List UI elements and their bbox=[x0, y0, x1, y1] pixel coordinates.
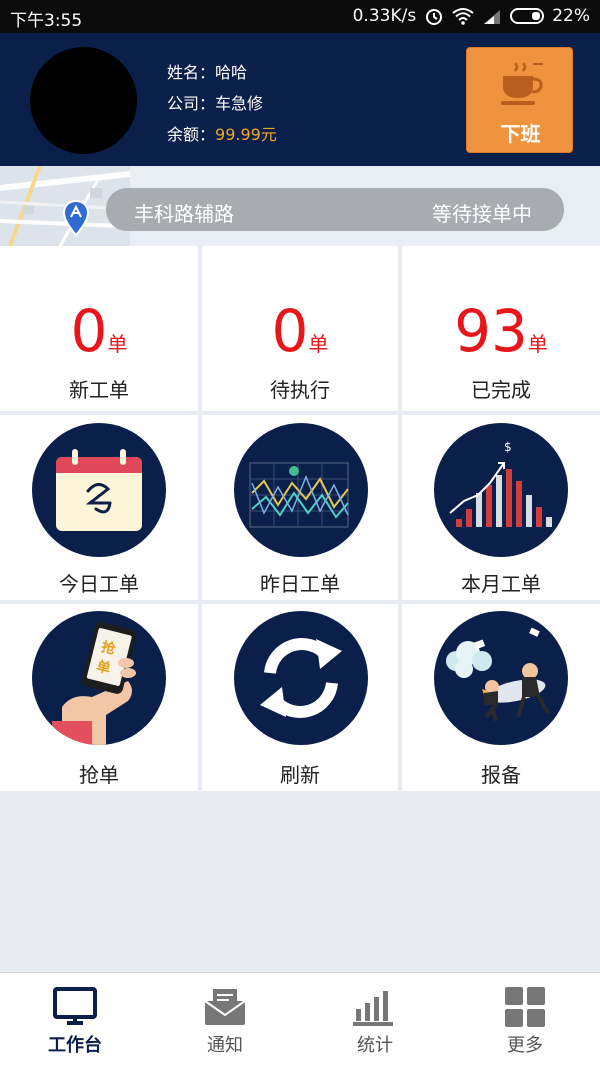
company-label: 公司： bbox=[167, 94, 216, 113]
tab-workbench[interactable]: 工作台 bbox=[0, 973, 150, 1067]
avatar[interactable] bbox=[30, 47, 137, 154]
stat-completed-orders[interactable]: 93单 已完成 bbox=[402, 246, 600, 411]
stat-value: 0 bbox=[70, 297, 108, 365]
map-strip[interactable]: 丰科路辅路 等待接单中 bbox=[0, 166, 600, 246]
stat-label: 新工单 bbox=[69, 378, 129, 402]
tab-notice[interactable]: 通知 bbox=[150, 973, 300, 1067]
battery-icon bbox=[510, 8, 545, 24]
line-chart-icon bbox=[234, 423, 368, 557]
action-label: 昨日工单 bbox=[260, 572, 340, 596]
stat-pending-orders[interactable]: 0单 待执行 bbox=[202, 246, 398, 411]
off-work-label: 下班 bbox=[500, 122, 541, 146]
report-button[interactable]: 报备 bbox=[402, 604, 600, 791]
location-pin-icon bbox=[62, 200, 90, 236]
tab-label: 通知 bbox=[207, 1035, 243, 1056]
stat-label: 已完成 bbox=[471, 378, 531, 402]
profile-header: 姓名：哈哈 公司：车急修 余额：99.99元 下班 bbox=[0, 33, 600, 166]
action-label: 刷新 bbox=[280, 763, 320, 787]
grid-icon bbox=[505, 987, 545, 1027]
balance-value: 99.99元 bbox=[215, 125, 277, 144]
rocket-report-icon bbox=[434, 611, 568, 745]
location-status-bar: 丰科路辅路 等待接单中 bbox=[106, 188, 564, 231]
refresh-icon bbox=[234, 611, 368, 745]
action-label: 本月工单 bbox=[461, 572, 541, 596]
balance-row: 余额：99.99元 bbox=[167, 119, 277, 150]
signal-icon bbox=[484, 10, 501, 24]
action-label: 报备 bbox=[481, 763, 521, 787]
stat-unit: 单 bbox=[527, 332, 548, 356]
balance-label: 余额： bbox=[167, 125, 216, 144]
coffee-cup-icon bbox=[501, 62, 543, 105]
name-row: 姓名：哈哈 bbox=[167, 57, 277, 88]
name-value: 哈哈 bbox=[215, 63, 248, 82]
stat-value: 0 bbox=[271, 297, 309, 365]
yesterday-orders-button[interactable]: 昨日工单 bbox=[202, 415, 398, 600]
status-bar: 下午3:55 0.33K/s 22% bbox=[0, 0, 600, 33]
mail-icon bbox=[204, 989, 246, 1025]
month-orders-button[interactable]: $ 本月工单 bbox=[402, 415, 600, 600]
alarm-icon bbox=[426, 9, 443, 25]
company-value: 车急修 bbox=[215, 94, 264, 113]
grab-order-button[interactable]: 抢 单 抢单 bbox=[0, 604, 198, 791]
wifi-icon bbox=[452, 8, 474, 25]
today-orders-button[interactable]: 今日工单 bbox=[0, 415, 198, 600]
phone-grab-icon: 抢 单 bbox=[32, 611, 166, 745]
network-speed: 0.33K/s bbox=[352, 6, 417, 26]
stats-icon bbox=[353, 991, 393, 1026]
tab-label: 工作台 bbox=[48, 1035, 102, 1056]
calendar-icon bbox=[32, 423, 166, 557]
action-label: 抢单 bbox=[79, 763, 119, 787]
tab-label: 统计 bbox=[357, 1035, 393, 1056]
svg-text:$: $ bbox=[504, 440, 512, 454]
battery-percent: 22% bbox=[552, 6, 590, 26]
refresh-button[interactable]: 刷新 bbox=[202, 604, 398, 791]
tab-more[interactable]: 更多 bbox=[450, 973, 600, 1067]
name-label: 姓名： bbox=[167, 63, 216, 82]
action-label: 今日工单 bbox=[59, 572, 139, 596]
current-road: 丰科路辅路 bbox=[134, 202, 234, 226]
status-time: 下午3:55 bbox=[10, 11, 83, 31]
stat-unit: 单 bbox=[107, 332, 128, 356]
stat-label: 待执行 bbox=[270, 378, 330, 402]
tab-label: 更多 bbox=[507, 1035, 543, 1056]
company-row: 公司：车急修 bbox=[167, 88, 277, 119]
stat-new-orders[interactable]: 0单 新工单 bbox=[0, 246, 198, 411]
status-right: 0.33K/s 22% bbox=[353, 6, 590, 26]
stat-unit: 单 bbox=[308, 332, 329, 356]
profile-info: 姓名：哈哈 公司：车急修 余额：99.99元 bbox=[167, 57, 277, 150]
bar-chart-icon: $ bbox=[434, 423, 568, 557]
tab-statistics[interactable]: 统计 bbox=[300, 973, 450, 1067]
monitor-icon bbox=[53, 987, 97, 1025]
order-wait-status: 等待接单中 bbox=[432, 202, 532, 226]
bottom-tab-bar: 工作台 通知 统计 更多 bbox=[0, 972, 600, 1067]
off-work-button[interactable]: 下班 bbox=[466, 47, 573, 153]
stat-value: 93 bbox=[454, 297, 528, 365]
